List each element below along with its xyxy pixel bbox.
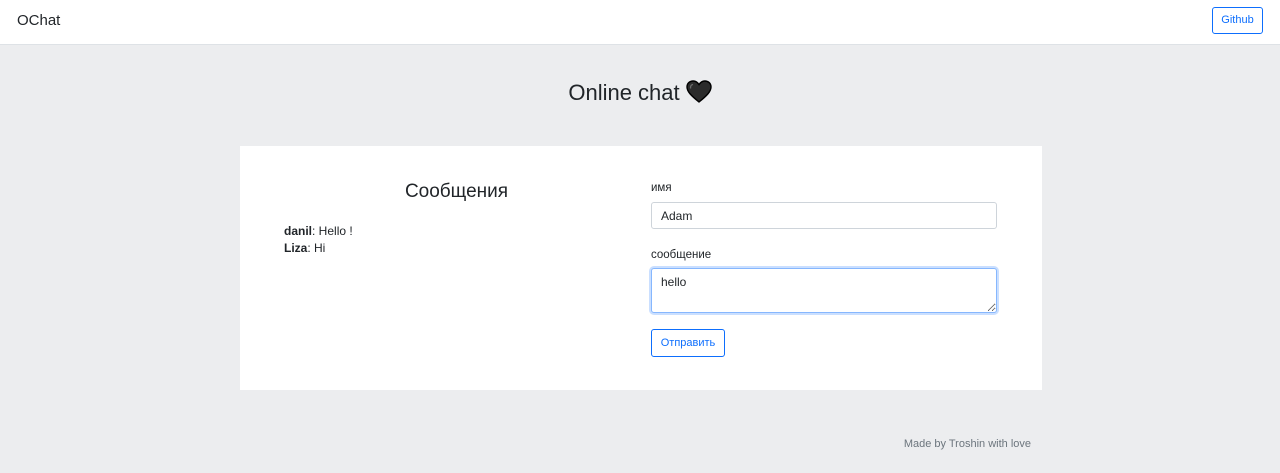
message-text: : Hello ! bbox=[312, 224, 353, 238]
message-author: Liza bbox=[284, 240, 308, 255]
messages-list: danil: Hello ! Liza: Hi bbox=[284, 223, 353, 256]
navbar: OChat Github bbox=[0, 0, 1280, 45]
chat-card: Сообщения danil: Hello ! Liza: Hi имя со… bbox=[240, 146, 1042, 390]
name-label: имя bbox=[651, 182, 672, 194]
message-textarea[interactable]: hello bbox=[651, 268, 997, 313]
brand-link[interactable]: OChat bbox=[17, 12, 60, 29]
github-button[interactable]: Github bbox=[1212, 7, 1263, 34]
message-label: сообщение bbox=[651, 249, 712, 261]
message-item: danil: Hello ! bbox=[284, 223, 353, 240]
send-button[interactable]: Отправить bbox=[651, 329, 725, 357]
black-heart-icon bbox=[685, 80, 712, 109]
message-item: Liza: Hi bbox=[284, 240, 353, 257]
footer-text: Made by Troshin with love bbox=[903, 438, 1031, 450]
name-input[interactable] bbox=[651, 202, 997, 229]
messages-title: Сообщения bbox=[404, 181, 509, 202]
page-title-text: Online chat bbox=[568, 80, 680, 105]
page-title: Online chat bbox=[0, 80, 1280, 109]
message-text: : Hi bbox=[307, 240, 326, 255]
message-author: danil bbox=[284, 224, 313, 238]
